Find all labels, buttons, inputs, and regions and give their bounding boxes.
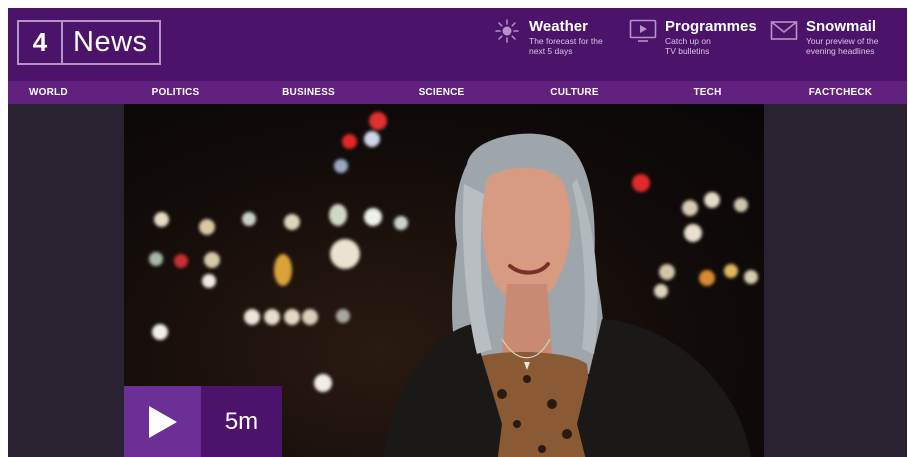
channel4-news-logo[interactable]: 4 News: [17, 20, 161, 65]
bokeh-light: [152, 324, 168, 340]
weather-desc-1: The forecast for the: [529, 36, 603, 46]
programmes-title: Programmes: [665, 18, 757, 35]
play-icon: [148, 405, 177, 438]
page-frame: 4 News Weather The forecast for the next…: [8, 8, 907, 457]
nav-politics[interactable]: POLITICS: [109, 81, 242, 104]
nav-culture[interactable]: CULTURE: [508, 81, 641, 104]
bokeh-light: [274, 254, 292, 286]
programmes-desc-1: Catch up on: [665, 36, 711, 46]
bokeh-light: [334, 159, 348, 173]
tv-play-icon: [628, 18, 658, 44]
weather-desc-2: next 5 days: [529, 46, 573, 56]
nav-factcheck[interactable]: FACTCHECK: [774, 81, 907, 104]
snowmail-desc-2: evening headlines: [806, 46, 875, 56]
bokeh-light: [329, 204, 347, 226]
snowmail-desc-1: Your preview of the: [806, 36, 879, 46]
weather-promo[interactable]: Weather The forecast for the next 5 days: [492, 18, 603, 56]
interviewee-image: [383, 133, 751, 457]
bokeh-light: [314, 374, 332, 392]
snowmail-promo[interactable]: Snowmail Your preview of the evening hea…: [769, 18, 878, 56]
bokeh-light: [284, 309, 300, 325]
nav-science[interactable]: SCIENCE: [375, 81, 508, 104]
play-button[interactable]: [124, 386, 201, 457]
bokeh-light: [154, 212, 169, 227]
section-nav: WORLD POLITICS BUSINESS SCIENCE CULTURE …: [8, 81, 907, 104]
bokeh-light: [174, 254, 188, 268]
bokeh-light: [242, 212, 256, 226]
bokeh-light: [202, 274, 216, 288]
nav-business[interactable]: BUSINESS: [242, 81, 375, 104]
snowmail-title: Snowmail: [806, 18, 877, 35]
programmes-desc-2: TV bulletins: [665, 46, 710, 56]
logo-number: 4: [19, 22, 63, 63]
envelope-icon: [769, 18, 799, 44]
video-controls: 5m: [124, 386, 282, 457]
video-duration: 5m: [201, 386, 282, 457]
programmes-promo[interactable]: Programmes Catch up on TV bulletins: [628, 18, 757, 56]
sun-icon: [492, 18, 522, 44]
logo-text: News: [73, 26, 148, 58]
bokeh-light: [244, 309, 260, 325]
nav-world[interactable]: WORLD: [8, 81, 109, 104]
bokeh-light: [336, 309, 350, 323]
nav-tech[interactable]: TECH: [641, 81, 774, 104]
bokeh-light: [264, 309, 280, 325]
bokeh-light: [302, 309, 318, 325]
video-stage: 5m: [8, 104, 907, 457]
weather-title: Weather: [529, 18, 588, 35]
site-header: 4 News Weather The forecast for the next…: [8, 8, 907, 81]
bokeh-light: [204, 252, 220, 268]
bokeh-light: [199, 219, 215, 235]
bokeh-light: [149, 252, 163, 266]
bokeh-light: [284, 214, 300, 230]
